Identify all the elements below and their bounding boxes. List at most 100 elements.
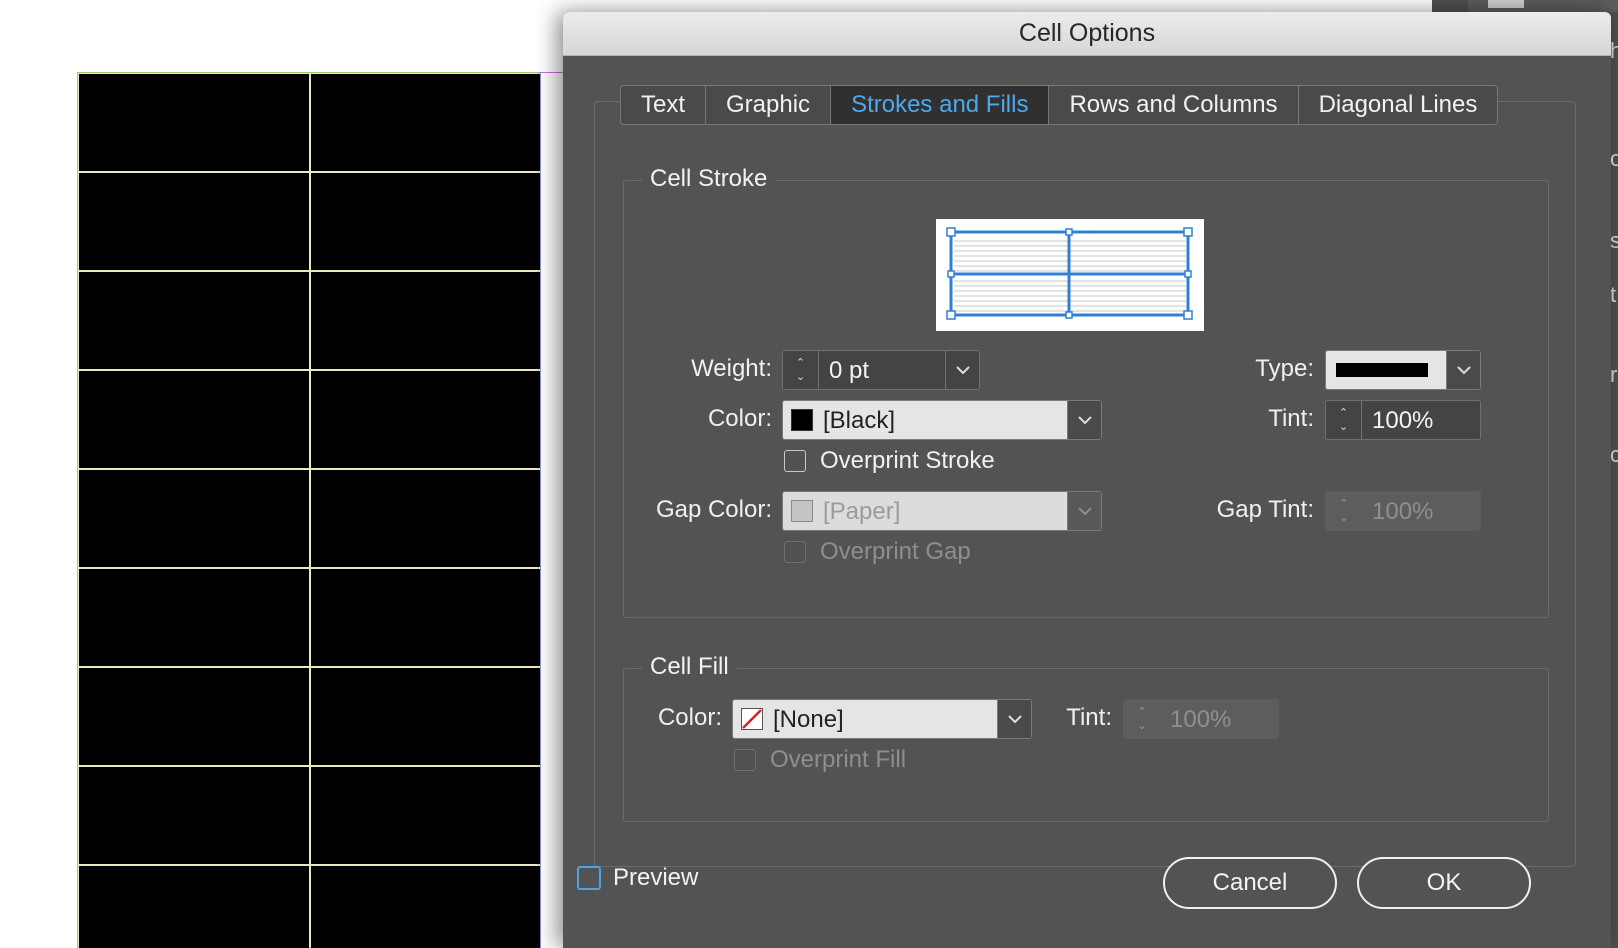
type-label: Type:	[1255, 355, 1314, 382]
weight-stepper[interactable]: ⌃ ⌄	[783, 351, 819, 389]
side-panel-letter: o	[1610, 146, 1618, 171]
chevron-down-icon[interactable]: ⌄	[796, 370, 805, 384]
slash-icon	[742, 709, 762, 729]
table-cell[interactable]	[311, 866, 541, 948]
overprint-gap-row: Overprint Gap	[784, 538, 971, 566]
dialog-titlebar[interactable]: Cell Options	[563, 12, 1611, 56]
none-swatch-icon	[741, 708, 763, 730]
stroke-color-label: Color:	[707, 405, 772, 432]
overprint-gap-label: Overprint Gap	[820, 538, 971, 565]
table-cell[interactable]	[311, 74, 541, 171]
preview-checkbox[interactable]	[577, 866, 601, 890]
preview-label: Preview	[613, 864, 699, 891]
overprint-fill-label: Overprint Fill	[770, 746, 907, 773]
chevron-up-icon[interactable]: ⌃	[796, 356, 805, 370]
table-cell[interactable]	[311, 767, 541, 864]
fill-tint-value: 100%	[1170, 706, 1232, 733]
gap-tint-combo: ⌃ ⌄ 100%	[1325, 491, 1481, 531]
gap-tint-value: 100%	[1372, 498, 1434, 525]
table-cell[interactable]	[311, 470, 541, 567]
tab-diagonal-lines[interactable]: Diagonal Lines	[1299, 86, 1498, 124]
overprint-stroke-checkbox[interactable]	[784, 450, 806, 472]
fill-color-label: Color:	[657, 704, 722, 731]
table-frame[interactable]	[77, 72, 541, 948]
fill-color-select[interactable]: [None]	[732, 699, 1032, 739]
chevron-up-icon: ⌃	[1137, 706, 1147, 718]
type-dropdown-button[interactable]	[1446, 351, 1480, 389]
overprint-gap-checkbox	[784, 541, 806, 563]
preview-row[interactable]: Preview	[577, 864, 698, 892]
gap-color-dropdown-button	[1067, 492, 1101, 530]
fill-tint-label: Tint:	[1066, 704, 1112, 731]
weight-label: Weight:	[691, 355, 772, 382]
table-cell[interactable]	[311, 272, 541, 369]
side-panel-letter: r	[1610, 362, 1618, 387]
stroke-tint-stepper[interactable]: ⌃ ⌄	[1326, 401, 1362, 439]
tab-bar: Text Graphic Strokes and Fills Rows and …	[620, 85, 1499, 125]
gap-tint-label: Gap Tint:	[1216, 496, 1314, 523]
tab-text[interactable]: Text	[621, 86, 707, 124]
stroke-proxy-preview[interactable]	[936, 219, 1204, 331]
tab-graphic[interactable]: Graphic	[706, 86, 832, 124]
chevron-up-icon[interactable]: ⌃	[1339, 406, 1348, 420]
cell-fill-group: Cell Fill Color: [None] Tint: ⌃ ⌄ 100% O…	[623, 653, 1549, 822]
stroke-color-dropdown-button[interactable]	[1067, 401, 1101, 439]
chevron-down-icon: ⌄	[1339, 512, 1349, 524]
table-cell[interactable]	[79, 272, 309, 369]
overprint-stroke-row[interactable]: Overprint Stroke	[784, 447, 995, 475]
stroke-type-select[interactable]	[1325, 350, 1481, 390]
cell-fill-title: Cell Fill	[642, 653, 737, 681]
cell-stroke-group: Cell Stroke Weight: ⌃ ⌄ 0 pt Type: Color…	[623, 165, 1549, 618]
stroke-tint-value[interactable]: 100%	[1372, 407, 1433, 435]
cancel-button[interactable]: Cancel	[1163, 857, 1337, 909]
chevron-down-icon	[1077, 415, 1092, 424]
table-cell[interactable]	[311, 173, 541, 270]
chevron-down-icon	[1007, 714, 1022, 723]
tab-rows-and-columns[interactable]: Rows and Columns	[1049, 86, 1299, 124]
side-panel-letter: c	[1610, 442, 1618, 467]
table-cell[interactable]	[79, 668, 309, 765]
solid-line-swatch	[1336, 363, 1428, 377]
table-cell[interactable]	[311, 668, 541, 765]
weight-combo[interactable]: ⌃ ⌄ 0 pt	[782, 350, 980, 390]
chevron-down-icon	[1456, 365, 1471, 374]
cell-options-dialog: Cell Options Text Graphic Strokes and Fi…	[563, 12, 1611, 948]
black-swatch-icon	[791, 409, 813, 431]
gap-color-select: [Paper]	[782, 491, 1102, 531]
dialog-title: Cell Options	[1018, 19, 1156, 47]
table-cell[interactable]	[311, 371, 541, 468]
gap-color-label: Gap Color:	[655, 496, 772, 523]
side-panel-letter: h	[1610, 38, 1618, 63]
weight-dropdown-button[interactable]	[945, 351, 979, 389]
document-canvas[interactable]	[0, 0, 570, 948]
cell-stroke-title: Cell Stroke	[642, 165, 776, 193]
table-cell[interactable]	[79, 470, 309, 567]
table-cell[interactable]	[79, 866, 309, 948]
table-cell[interactable]	[79, 569, 309, 666]
table-cell[interactable]	[79, 371, 309, 468]
stroke-tint-label: Tint:	[1268, 405, 1314, 432]
column-guide	[540, 72, 541, 948]
ok-button[interactable]: OK	[1357, 857, 1531, 909]
table-cell[interactable]	[79, 767, 309, 864]
table-cell[interactable]	[79, 74, 309, 171]
fill-tint-combo: ⌃ ⌄ 100%	[1123, 699, 1279, 739]
fill-color-value: [None]	[773, 706, 844, 733]
chevron-down-icon[interactable]: ⌄	[1339, 420, 1348, 434]
fill-tint-stepper: ⌃ ⌄	[1124, 700, 1160, 738]
stroke-tint-combo[interactable]: ⌃ ⌄ 100%	[1325, 400, 1481, 440]
gap-color-value: [Paper]	[823, 498, 901, 525]
table-cell[interactable]	[79, 173, 309, 270]
overprint-fill-checkbox	[734, 749, 756, 771]
stroke-color-value: [Black]	[823, 407, 896, 434]
chevron-down-icon: ⌄	[1137, 720, 1147, 732]
fill-color-dropdown-button[interactable]	[997, 700, 1031, 738]
table-cell[interactable]	[311, 569, 541, 666]
stroke-color-select[interactable]: [Black]	[782, 400, 1102, 440]
tab-strokes-and-fills[interactable]: Strokes and Fills	[831, 86, 1050, 124]
paper-swatch-icon	[791, 500, 813, 522]
weight-value[interactable]: 0 pt	[829, 357, 869, 385]
stroke-proxy-diagram	[946, 227, 1193, 320]
stroke-panel-swatch	[1488, 0, 1524, 8]
overprint-stroke-label: Overprint Stroke	[820, 447, 995, 474]
